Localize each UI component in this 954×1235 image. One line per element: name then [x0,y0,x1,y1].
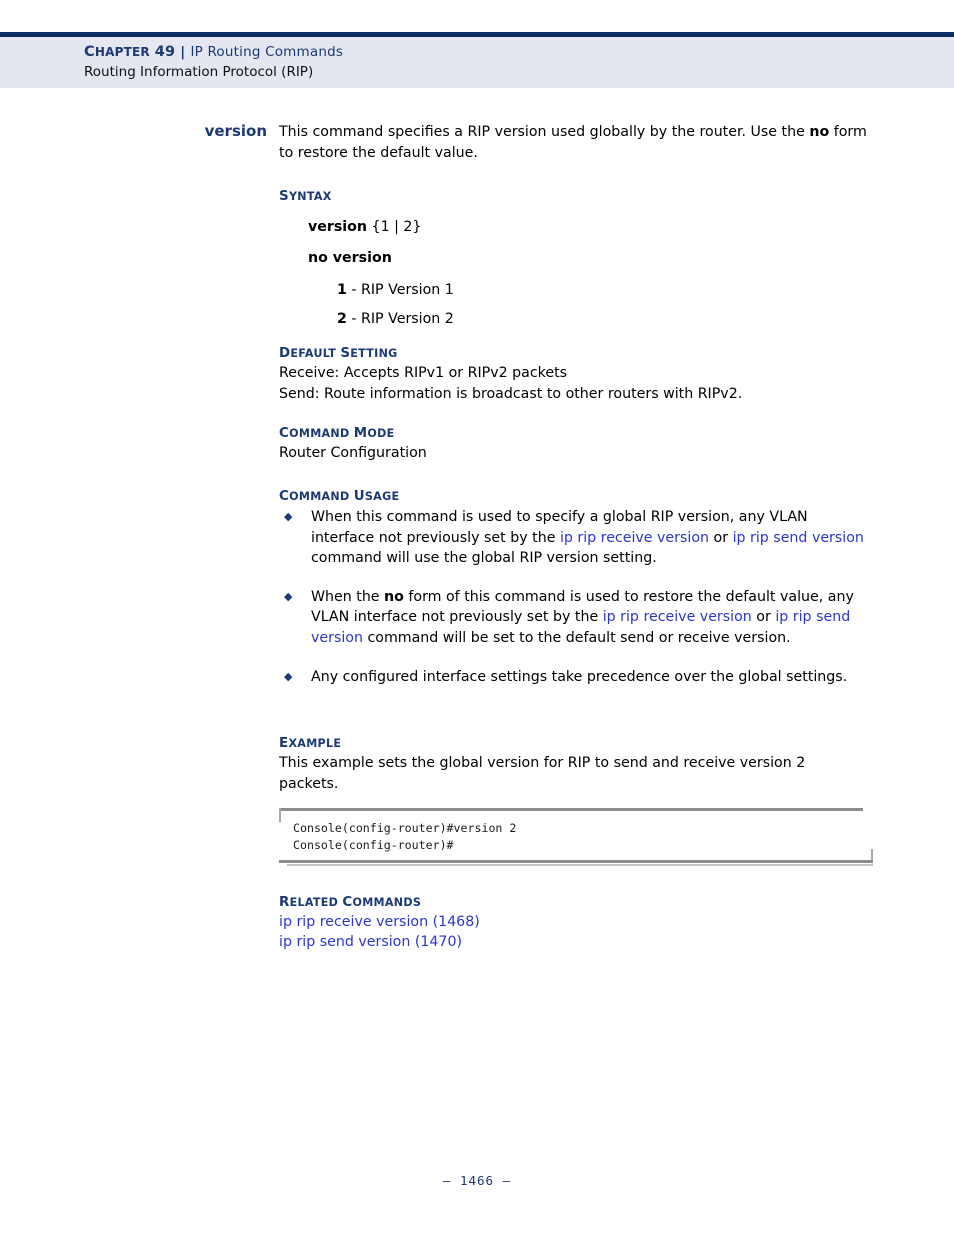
command-description-no-keyword: no [809,124,830,140]
usage-bullet-item: ◆ Any configured interface settings take… [279,667,867,688]
command-mode-value: Router Configuration [279,445,427,461]
code-block-left-tick [279,808,281,822]
usage-no-keyword: no [384,588,404,605]
running-header-subtitle: Routing Information Protocol (RIP) [84,64,314,80]
code-block-bottom-rule [279,860,873,863]
usage-bullet-item: ◆ When this command is used to specify a… [279,507,867,569]
syntax-arg-key: 1 [337,282,347,299]
console-output-text: Console(config-router)#version 2 Console… [293,821,517,852]
syntax-no-form: no version [308,249,392,266]
syntax-arg-desc: - RIP Version 1 [346,282,454,299]
usage-text: or [709,529,733,546]
breadcrumb-topic: IP Routing Commands [190,44,344,60]
bullet-diamond-icon: ◆ [284,510,293,523]
default-setting-receive: Receive: Accepts RIPv1 or RIPv2 packets [279,365,568,381]
syntax-block: version {1 | 2} no version 1 - RIP Versi… [279,217,867,329]
command-description-part1: This command specifies a RIP version use… [279,124,810,140]
related-link-ip-rip-send-version[interactable]: ip rip send version (1470) [279,933,867,953]
breadcrumb: CHAPTER 49 | IP Routing Commands [84,44,343,60]
section-heading-related-commands: RELATED COMMANDS [279,895,422,910]
syntax-command-name: version [308,219,368,235]
usage-text: Any configured interface settings take p… [311,668,848,685]
usage-text: or [751,609,776,626]
syntax-command-line: version {1 | 2} [308,217,867,238]
breadcrumb-chapter-label: CHAPTER 49 [84,44,176,60]
link-ip-rip-send-version[interactable]: ip rip send version [733,530,864,546]
code-block-bottom-rule-shadow [287,864,873,866]
bullet-diamond-icon: ◆ [284,589,293,603]
command-description: This command specifies a RIP version use… [279,122,867,163]
section-heading-example: EXAMPLE [279,736,342,751]
usage-text: When the [311,588,385,605]
usage-text: command will use the global RIP version … [311,550,657,567]
usage-bullet-item: ◆ When the no form of this command is us… [279,587,867,649]
section-heading-default-setting: DEFAULT SETTING [279,346,398,361]
breadcrumb-separator: | [180,44,186,60]
command-name-label: version [204,122,267,140]
syntax-arg-key: 2 [337,310,347,327]
link-ip-rip-receive-version[interactable]: ip rip receive version [603,609,752,625]
section-heading-command-usage: COMMAND USAGE [279,489,400,504]
bullet-diamond-icon: ◆ [284,669,293,683]
default-setting-send: Send: Route information is broadcast to … [279,385,743,402]
page-number-footer: – 1466 – [442,1173,512,1188]
section-heading-command-mode: COMMAND MODE [279,426,395,441]
syntax-arg-row: 1 - RIP Version 1 [337,280,867,301]
syntax-arg-desc: - RIP Version 2 [346,310,454,327]
code-block-top-rule [279,808,863,811]
example-description: This example sets the global version for… [279,755,806,792]
console-example-block: Console(config-router)#version 2 Console… [279,808,873,866]
syntax-arg-row: 2 - RIP Version 2 [337,309,867,330]
related-link-ip-rip-receive-version[interactable]: ip rip receive version (1468) [279,913,867,933]
section-heading-syntax: SYNTAX [279,189,332,204]
usage-text: command will be set to the default send … [362,629,791,646]
link-ip-rip-receive-version[interactable]: ip rip receive version [560,530,709,546]
syntax-command-braces: {1 | 2} [367,219,422,235]
